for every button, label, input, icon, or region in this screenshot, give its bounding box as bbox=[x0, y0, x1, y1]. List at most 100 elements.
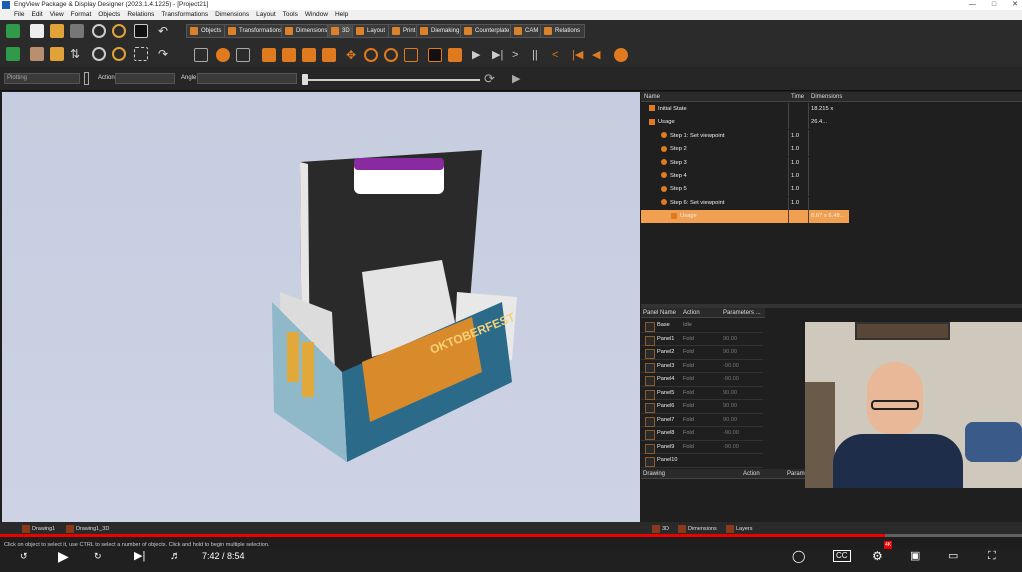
minimize-icon[interactable]: — bbox=[969, 0, 976, 10]
play-next-icon[interactable]: ▶| bbox=[492, 48, 506, 62]
save-icon[interactable] bbox=[70, 24, 84, 38]
tab-cam[interactable]: CAM bbox=[510, 24, 544, 38]
rewind-10-icon[interactable]: ↺ bbox=[20, 545, 28, 567]
step-forward-icon[interactable]: > bbox=[512, 48, 526, 62]
col-panel-name-header[interactable]: Panel Name bbox=[641, 308, 681, 318]
video-progress-bar[interactable] bbox=[0, 534, 1022, 537]
new-file-icon[interactable] bbox=[30, 24, 44, 38]
open-box-icon[interactable] bbox=[50, 47, 64, 61]
panel-row[interactable]: Panel6 Fold 90.00 bbox=[641, 400, 763, 414]
panel-icon[interactable] bbox=[262, 48, 276, 62]
tab-drawing1-3d[interactable]: Drawing1_3D bbox=[64, 524, 109, 534]
step-row[interactable]: Step 4 1.0 bbox=[641, 170, 849, 183]
next-video-icon[interactable]: ▶| bbox=[134, 545, 145, 567]
color-swatch[interactable] bbox=[84, 72, 89, 85]
zoom-fit-icon[interactable] bbox=[92, 47, 106, 61]
tab-dimensions[interactable]: Dimensions bbox=[281, 24, 333, 38]
theater-mode-icon[interactable]: ▭ bbox=[948, 545, 958, 567]
rewind-start-icon[interactable]: |◀ bbox=[572, 48, 586, 62]
angle-dropdown[interactable] bbox=[197, 73, 297, 84]
menu-file[interactable]: File bbox=[14, 10, 24, 20]
new-3d-icon[interactable] bbox=[6, 24, 20, 38]
mountain-icon[interactable] bbox=[302, 48, 316, 62]
box-icon[interactable] bbox=[30, 47, 44, 61]
zoom-in-icon[interactable] bbox=[112, 24, 126, 38]
menu-layout[interactable]: Layout bbox=[256, 10, 276, 20]
tab-drawing1[interactable]: Drawing1 bbox=[20, 524, 55, 534]
settings-gear-icon[interactable]: ⚙ bbox=[872, 545, 883, 567]
maximize-icon[interactable]: □ bbox=[992, 0, 996, 10]
panel-row[interactable]: Panel7 Fold 90.00 bbox=[641, 414, 763, 427]
menu-tools[interactable]: Tools bbox=[283, 10, 298, 20]
step-row[interactable]: Usage 8.67 x 6.48... bbox=[641, 210, 849, 224]
panel-row[interactable]: Panel8 Fold -90.00 bbox=[641, 427, 763, 441]
step-row[interactable]: Step 2 1.0 bbox=[641, 143, 849, 157]
panel-row[interactable]: Panel1 Fold 90.00 bbox=[641, 333, 763, 346]
captions-icon[interactable]: CC bbox=[833, 550, 851, 562]
record-icon[interactable] bbox=[614, 48, 628, 62]
col-drawing-action-header[interactable]: Action bbox=[741, 469, 785, 479]
col-drawing-header[interactable]: Drawing bbox=[641, 469, 741, 479]
panel-row[interactable]: Panel2 Fold 90.00 bbox=[641, 346, 763, 360]
redo-icon[interactable]: ↷ bbox=[158, 47, 172, 61]
miniplayer-icon[interactable]: ▣ bbox=[910, 545, 920, 567]
refresh-icon[interactable]: ⟳ bbox=[484, 72, 495, 86]
tab-diemaking[interactable]: Diemaking bbox=[416, 24, 465, 38]
col-action-header[interactable]: Action bbox=[681, 308, 721, 318]
panel-row[interactable]: Panel5 Fold 90.00 bbox=[641, 387, 763, 400]
tab-dimensions-bottom[interactable]: Dimensions bbox=[676, 524, 717, 534]
menu-dimensions[interactable]: Dimensions bbox=[215, 10, 249, 20]
tab-objects[interactable]: Objects bbox=[186, 24, 227, 38]
tab-3d[interactable]: 3D bbox=[327, 24, 355, 38]
col-drawing-param-header[interactable]: Parame bbox=[785, 469, 808, 479]
play-icon[interactable]: ▶ bbox=[472, 48, 486, 62]
rotate-3d-icon[interactable] bbox=[364, 48, 378, 62]
panel-row[interactable]: Panel4 Fold -90.00 bbox=[641, 373, 763, 387]
menu-transformations[interactable]: Transformations bbox=[161, 10, 208, 20]
select-arrow-icon[interactable] bbox=[134, 24, 148, 38]
col-dimensions-header[interactable]: Dimensions bbox=[809, 92, 1022, 102]
fold-icon[interactable] bbox=[6, 47, 20, 61]
angle-slider[interactable] bbox=[304, 79, 480, 81]
menu-view[interactable]: View bbox=[50, 10, 64, 20]
zoom-out-icon[interactable] bbox=[112, 47, 126, 61]
panel-row[interactable]: Panel10 bbox=[641, 454, 763, 468]
video-play-icon[interactable]: ▶ bbox=[58, 545, 69, 567]
reverse-play-icon[interactable]: ◀ bbox=[592, 48, 606, 62]
col-time-header[interactable]: Time bbox=[789, 92, 809, 102]
tab-3d-bottom[interactable]: 3D bbox=[650, 524, 669, 534]
fullscreen-icon[interactable]: ⛶ bbox=[988, 545, 996, 567]
plotting-dropdown[interactable]: Plotting bbox=[4, 73, 80, 84]
orbit-icon[interactable] bbox=[384, 48, 398, 62]
step-row[interactable]: Step 3 1.0 bbox=[641, 156, 849, 170]
autoplay-toggle-icon[interactable]: ◯ bbox=[792, 545, 805, 567]
step-row[interactable]: Initial State 18.215 x 26.4... bbox=[641, 103, 849, 125]
slider-thumb[interactable] bbox=[302, 74, 308, 85]
menu-objects[interactable]: Objects bbox=[98, 10, 120, 20]
panel-row[interactable]: Panel3 Fold -90.00 bbox=[641, 360, 763, 373]
cloud-icon[interactable] bbox=[216, 48, 230, 62]
step-row[interactable]: Step 6: Set viewpoint 1.0 bbox=[641, 196, 849, 210]
tab-layers[interactable]: Layers bbox=[724, 524, 753, 534]
menu-relations[interactable]: Relations bbox=[127, 10, 154, 20]
close-icon[interactable]: ✕ bbox=[1012, 0, 1018, 10]
col-parameters-header[interactable]: Parameters ... bbox=[721, 308, 765, 318]
step-row[interactable]: Usage bbox=[641, 116, 849, 130]
volume-icon[interactable]: ♬ bbox=[170, 545, 181, 567]
document-icon[interactable] bbox=[236, 48, 250, 62]
step-back-icon[interactable]: < bbox=[552, 48, 566, 62]
tab-counterplate[interactable]: Counterplate bbox=[460, 24, 515, 38]
panel-row[interactable]: Panel9 Fold -90.00 bbox=[641, 441, 763, 454]
rotate-icon[interactable]: ⇅ bbox=[70, 47, 84, 61]
menu-edit[interactable]: Edit bbox=[31, 10, 42, 20]
menu-window[interactable]: Window bbox=[305, 10, 328, 20]
panels-icon[interactable] bbox=[282, 48, 296, 62]
undo-icon[interactable]: ↶ bbox=[158, 24, 172, 38]
open-folder-icon[interactable] bbox=[50, 24, 64, 38]
tab-relations[interactable]: Relations bbox=[540, 24, 586, 38]
grid-icon[interactable] bbox=[134, 47, 148, 61]
menu-help[interactable]: Help bbox=[335, 10, 348, 20]
page-icon[interactable] bbox=[194, 48, 208, 62]
tab-layout[interactable]: Layout bbox=[352, 24, 391, 38]
box-3d-icon[interactable] bbox=[448, 48, 462, 62]
